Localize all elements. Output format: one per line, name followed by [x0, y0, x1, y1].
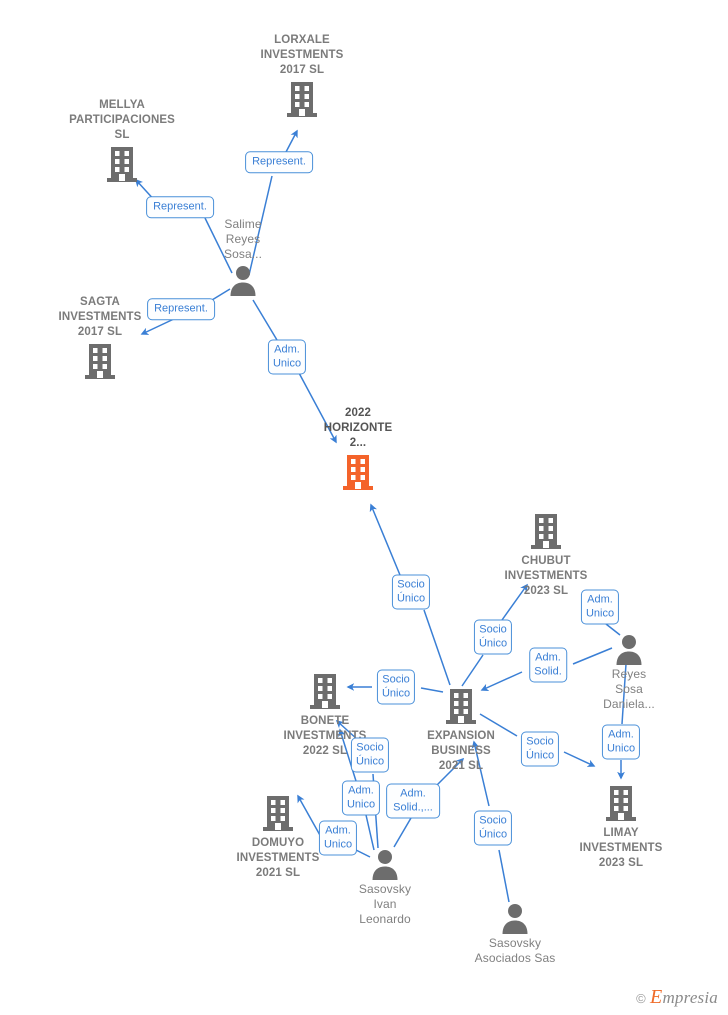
node-label: 2022 HORIZONTE 2...: [323, 407, 393, 449]
edge-asoc-expansion: [498, 849, 510, 903]
edge-ivan-expansion: [393, 817, 412, 848]
node-person-salime-reyes-sosa[interactable]: Salime Reyes Sosa...: [183, 217, 303, 296]
building-icon: [486, 512, 606, 552]
person-icon: [455, 902, 575, 934]
node-company-expansion-business[interactable]: EXPANSION BUSINESS 2021 SL: [401, 687, 521, 774]
node-person-reyes-sosa-daniela[interactable]: Reyes Sosa Daniela...: [569, 633, 689, 712]
node-label: MELLYA PARTICIPACIONES SL: [69, 99, 175, 141]
brand-rest: mpresia: [662, 988, 718, 1007]
edge-label-represent-mellya[interactable]: Represent.: [146, 196, 214, 218]
person-icon: [569, 633, 689, 665]
building-icon: [265, 672, 385, 712]
edge-label-adm-unico-limay[interactable]: Adm. Unico: [601, 724, 641, 760]
node-label: SAGTA INVESTMENTS 2017 SL: [58, 296, 142, 338]
building-icon: [62, 145, 182, 185]
node-label: Reyes Sosa Daniela...: [603, 667, 655, 711]
edge-label-socio-unico-horizonte[interactable]: Socio Único: [391, 574, 431, 610]
node-person-sasovsky-asociados-sas[interactable]: Sasovsky Asociados Sas: [455, 902, 575, 966]
copyright-symbol: ©: [636, 991, 646, 1006]
edge-label-adm-unico-bonete-ivan[interactable]: Adm. Unico: [341, 780, 381, 816]
brand-initial: E: [650, 986, 663, 1008]
node-label: EXPANSION BUSINESS 2021 SL: [427, 730, 495, 772]
node-label: Salime Reyes Sosa...: [223, 217, 263, 261]
node-company-chubut[interactable]: CHUBUT INVESTMENTS 2023 SL: [486, 512, 606, 599]
edge-ivan-bonete-adm: [365, 814, 375, 851]
node-label: LIMAY INVESTMENTS 2023 SL: [579, 827, 663, 869]
person-icon: [183, 264, 303, 296]
edge-label-represent-sagta[interactable]: Represent.: [147, 298, 215, 320]
edge-salime-lorxale-head: [285, 129, 298, 153]
edge-label-socio-unico-bonete-ivan[interactable]: Socio Único: [350, 737, 390, 773]
node-person-sasovsky-ivan-leonardo[interactable]: Sasovsky Ivan Leonardo: [325, 848, 445, 927]
node-company-lorxale[interactable]: LORXALE INVESTMENTS 2017 SL: [242, 33, 362, 120]
relationship-graph-canvas: LORXALE INVESTMENTS 2017 SL MELLYA PARTI…: [0, 0, 728, 1015]
node-company-sagta[interactable]: SAGTA INVESTMENTS 2017 SL: [40, 295, 160, 382]
edge-label-socio-unico-chubut[interactable]: Socio Único: [473, 619, 513, 655]
node-company-mellya[interactable]: MELLYA PARTICIPACIONES SL: [62, 98, 182, 185]
edge-label-adm-unico-domuyo[interactable]: Adm. Unico: [318, 820, 358, 856]
edge-label-represent-lorxale[interactable]: Represent.: [245, 151, 313, 173]
building-icon-highlighted: [298, 453, 418, 493]
edge-salime-horizonte: [252, 299, 278, 341]
node-label: LORXALE INVESTMENTS 2017 SL: [260, 34, 344, 76]
edge-expansion-limay-head: [563, 751, 596, 767]
edge-expansion-horizonte: [423, 609, 451, 686]
edge-label-adm-unico-horizonte[interactable]: Adm. Unico: [267, 339, 307, 375]
building-icon: [561, 784, 681, 824]
edge-label-adm-solid-expansion[interactable]: Adm. Solid.: [529, 647, 567, 683]
edge-label-socio-unico-expansion-asoc[interactable]: Socio Único: [473, 810, 513, 846]
edge-expansion-chubut: [461, 654, 484, 687]
empresia-logo: Empresia: [650, 986, 718, 1008]
node-label: Sasovsky Ivan Leonardo: [358, 882, 412, 926]
building-icon: [242, 80, 362, 120]
building-icon: [40, 342, 160, 382]
node-company-horizonte-2022[interactable]: 2022 HORIZONTE 2...: [298, 406, 418, 493]
edge-label-socio-unico-bonete[interactable]: Socio Único: [376, 669, 416, 705]
edge-label-adm-solid-expansion-ivan[interactable]: Adm. Solid.,...: [386, 783, 440, 819]
building-icon: [401, 687, 521, 727]
node-label: Sasovsky Asociados Sas: [474, 936, 556, 965]
edge-expansion-horizonte-head: [369, 503, 401, 576]
node-company-limay[interactable]: LIMAY INVESTMENTS 2023 SL: [561, 784, 681, 871]
edge-label-adm-unico-chubut[interactable]: Adm. Unico: [580, 589, 620, 625]
watermark: © Empresia: [636, 986, 718, 1009]
edge-label-socio-unico-limay[interactable]: Socio Único: [520, 731, 560, 767]
